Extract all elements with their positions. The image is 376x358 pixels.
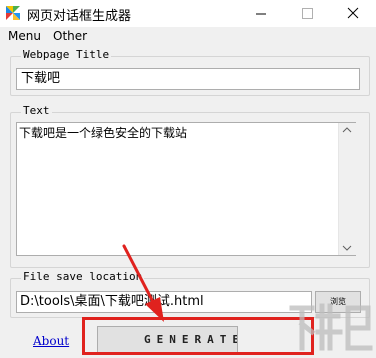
scroll-down-icon[interactable]	[342, 245, 352, 251]
maximize-icon	[302, 8, 313, 19]
minimize-icon	[256, 13, 266, 15]
close-icon	[347, 7, 359, 19]
maximize-button[interactable]	[284, 0, 330, 27]
app-icon	[5, 5, 21, 21]
watermark-logo	[289, 303, 373, 351]
text-legend: Text	[21, 104, 52, 118]
highlight-box	[82, 317, 314, 355]
webpage-title-input[interactable]: 下载吧	[16, 68, 360, 90]
menu-bar: Menu Other	[0, 27, 376, 46]
file-path-input[interactable]: D:\tools\桌面\下载吧测试.html	[16, 291, 312, 313]
minimize-button[interactable]	[238, 0, 284, 27]
scroll-up-icon[interactable]	[342, 127, 352, 133]
title-bar: 网页对话框生成器	[0, 0, 376, 27]
menu-item-menu[interactable]: Menu	[8, 27, 41, 45]
window-title: 网页对话框生成器	[27, 9, 132, 24]
close-button[interactable]	[330, 0, 376, 27]
text-scrollbar[interactable]	[338, 123, 356, 255]
text-area[interactable]: 下载吧是一个绿色安全的下载站	[16, 122, 356, 256]
menu-item-other[interactable]: Other	[53, 27, 87, 45]
about-link[interactable]: About	[33, 334, 69, 348]
file-save-legend: File save location	[21, 270, 145, 284]
webpage-title-legend: Webpage Title	[21, 48, 112, 62]
